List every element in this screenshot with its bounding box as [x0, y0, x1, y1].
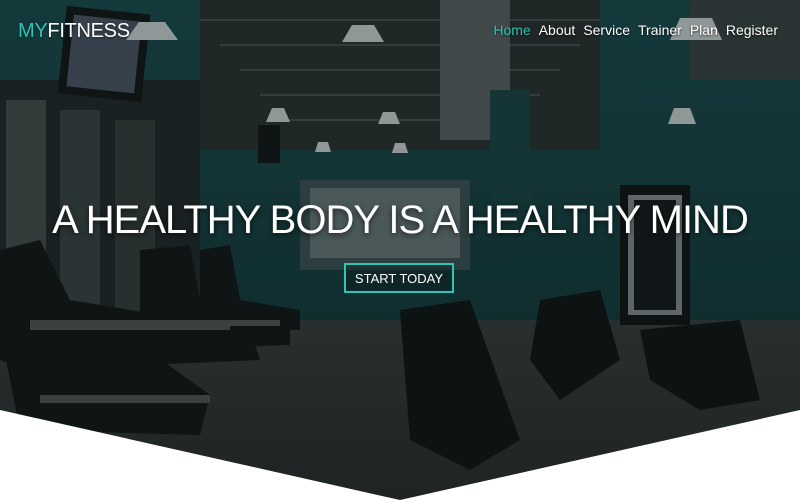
- brand-logo[interactable]: MYFITNESS: [18, 20, 130, 43]
- hero-section: MYFITNESS Home About Service Trainer Pla…: [0, 0, 800, 500]
- navbar: MYFITNESS Home About Service Trainer Pla…: [0, 0, 800, 64]
- start-today-button[interactable]: START TODAY: [344, 263, 454, 293]
- nav-link-plan[interactable]: Plan: [690, 22, 718, 38]
- nav-link-trainer[interactable]: Trainer: [638, 22, 682, 38]
- nav-link-about[interactable]: About: [539, 22, 576, 38]
- nav-link-register[interactable]: Register: [726, 22, 778, 38]
- brand-logo-accent: MY: [18, 20, 48, 42]
- nav-link-service[interactable]: Service: [583, 22, 630, 38]
- hero-headline: A HEALTHY BODY IS A HEALTHY MIND: [52, 198, 749, 242]
- bottom-angled-shape: [0, 410, 800, 500]
- nav-link-home[interactable]: Home: [493, 22, 530, 38]
- nav-links: Home About Service Trainer Plan Register: [493, 22, 778, 38]
- brand-logo-rest: FITNESS: [47, 20, 130, 42]
